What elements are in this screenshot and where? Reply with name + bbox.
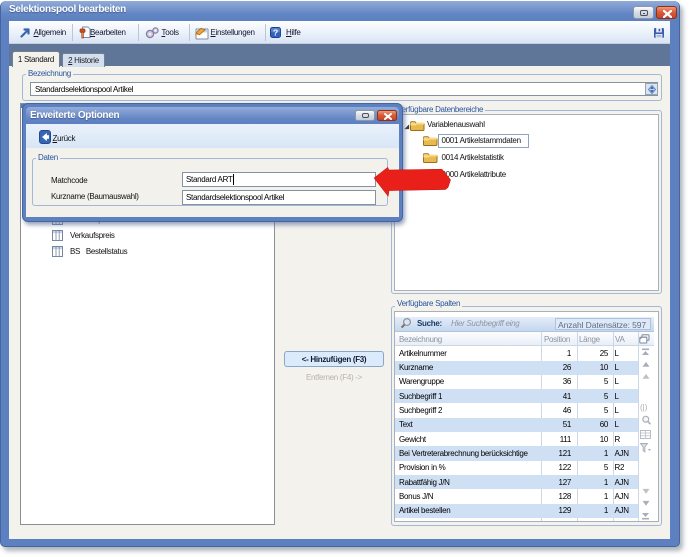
svg-text:?: ? <box>273 28 278 38</box>
